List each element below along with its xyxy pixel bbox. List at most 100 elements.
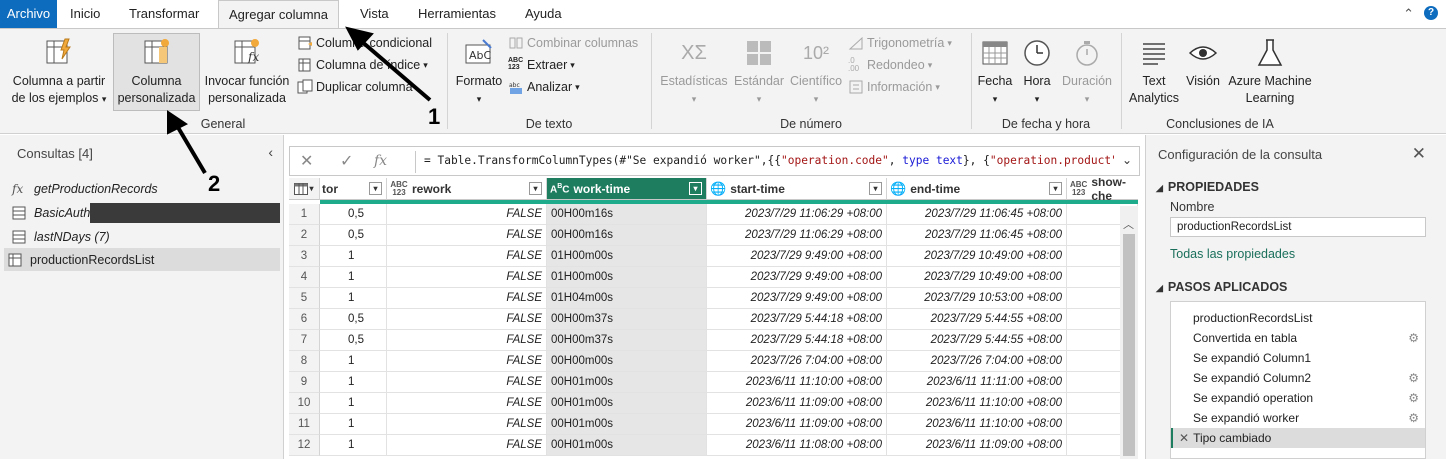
cell-end-time[interactable]: 2023/7/29 10:49:00 +08:00 — [887, 267, 1067, 288]
cell-rework[interactable]: FALSE — [387, 309, 547, 330]
cell-rework[interactable]: FALSE — [387, 267, 547, 288]
cell-rework[interactable]: FALSE — [387, 288, 547, 309]
row-number[interactable]: 9 — [289, 372, 320, 393]
query-item[interactable]: fx getProductionRecords — [4, 177, 280, 200]
tab-vista[interactable]: Vista — [350, 0, 399, 28]
parse-button[interactable]: abc Analizar ▾ — [508, 77, 580, 97]
gear-icon[interactable]: ⚙ — [1408, 328, 1419, 348]
all-properties-link[interactable]: Todas las propiedades — [1170, 247, 1295, 261]
cell-rework[interactable]: FALSE — [387, 393, 547, 414]
cell-factor[interactable]: 1 — [320, 288, 387, 309]
filter-dropdown-icon[interactable]: ▾ — [689, 182, 702, 195]
vertical-scrollbar[interactable]: ︿ — [1120, 206, 1138, 459]
cell-work-time[interactable]: 00H01m00s — [547, 435, 707, 456]
applied-step[interactable]: ✕ Tipo cambiado — [1171, 428, 1425, 448]
statistics-button[interactable]: XΣ Estadísticas ▾ — [658, 37, 730, 108]
applied-steps-section[interactable]: ◢ PASOS APLICADOS — [1156, 280, 1287, 294]
cell-factor[interactable]: 1 — [320, 393, 387, 414]
query-item-selected[interactable]: productionRecordsList — [4, 248, 280, 271]
header-start-time[interactable]: 🌐 start-time ▾ — [707, 178, 887, 200]
cell-start-time[interactable]: 2023/7/29 5:44:18 +08:00 — [707, 309, 887, 330]
row-number[interactable]: 2 — [289, 225, 320, 246]
header-rework[interactable]: ABC 123 rework ▾ — [387, 178, 547, 200]
row-number[interactable]: 4 — [289, 267, 320, 288]
cancel-icon[interactable]: ✕ — [300, 151, 313, 171]
row-number[interactable]: 11 — [289, 414, 320, 435]
gear-icon[interactable]: ⚙ — [1408, 368, 1419, 388]
standard-button[interactable]: Estándar ▾ — [731, 37, 787, 108]
scroll-thumb[interactable] — [1123, 234, 1135, 456]
row-number[interactable]: 7 — [289, 330, 320, 351]
help-icon[interactable]: ? — [1424, 6, 1438, 20]
properties-section[interactable]: ◢ PROPIEDADES — [1156, 180, 1259, 194]
row-number[interactable]: 5 — [289, 288, 320, 309]
fx-icon[interactable]: fx — [374, 153, 387, 169]
query-item[interactable]: lastNDays (7) — [4, 225, 280, 248]
cell-start-time[interactable]: 2023/7/29 11:06:29 +08:00 — [707, 204, 887, 225]
cell-factor[interactable]: 0,5 — [320, 204, 387, 225]
tab-herramientas[interactable]: Herramientas — [408, 0, 506, 28]
custom-column-button[interactable]: Columna personalizada — [113, 37, 200, 107]
cell-start-time[interactable]: 2023/7/26 7:04:00 +08:00 — [707, 351, 887, 372]
cell-end-time[interactable]: 2023/7/29 5:44:55 +08:00 — [887, 309, 1067, 330]
extract-button[interactable]: ABC 123 Extraer ▾ — [508, 55, 575, 75]
cell-factor[interactable]: 1 — [320, 414, 387, 435]
cell-start-time[interactable]: 2023/7/29 9:49:00 +08:00 — [707, 267, 887, 288]
cell-work-time[interactable]: 00H00m16s — [547, 204, 707, 225]
cell-start-time[interactable]: 2023/7/29 5:44:18 +08:00 — [707, 330, 887, 351]
cell-factor[interactable]: 1 — [320, 246, 387, 267]
scientific-button[interactable]: 10² Científico ▾ — [787, 37, 845, 108]
duplicate-column-button[interactable]: Duplicar columna — [297, 77, 413, 97]
cell-start-time[interactable]: 2023/6/11 11:09:00 +08:00 — [707, 393, 887, 414]
delete-step-icon[interactable]: ✕ — [1179, 431, 1189, 445]
cell-rework[interactable]: FALSE — [387, 435, 547, 456]
cell-rework[interactable]: FALSE — [387, 225, 547, 246]
applied-step[interactable]: Se expandió Column1 — [1171, 348, 1425, 368]
collapse-ribbon-icon[interactable]: ⌃ — [1403, 6, 1414, 22]
formula-text[interactable]: = Table.TransformColumnTypes(#"Se expand… — [424, 154, 1114, 167]
cell-start-time[interactable]: 2023/6/11 11:10:00 +08:00 — [707, 372, 887, 393]
cell-rework[interactable]: FALSE — [387, 246, 547, 267]
cell-work-time[interactable]: 00H00m16s — [547, 225, 707, 246]
filter-dropdown-icon[interactable]: ▾ — [369, 182, 382, 195]
cell-end-time[interactable]: 2023/7/29 11:06:45 +08:00 — [887, 204, 1067, 225]
row-number[interactable]: 12 — [289, 435, 320, 456]
query-name-input[interactable]: productionRecordsList — [1170, 217, 1426, 237]
header-factor[interactable]: tor ▾ — [320, 178, 387, 200]
applied-step[interactable]: Convertida en tabla ⚙ — [1171, 328, 1425, 348]
filter-dropdown-icon[interactable]: ▾ — [869, 182, 882, 195]
column-from-examples-button[interactable]: Columna a partir de los ejemplos ▾ — [6, 37, 112, 108]
cell-factor[interactable]: 1 — [320, 435, 387, 456]
header-end-time[interactable]: 🌐 end-time ▾ — [887, 178, 1067, 200]
azure-ml-button[interactable]: Azure Machine Learning — [1224, 37, 1316, 107]
filter-dropdown-icon[interactable]: ▾ — [529, 182, 542, 195]
cell-work-time[interactable]: 01H00m00s — [547, 246, 707, 267]
cell-end-time[interactable]: 2023/7/29 10:49:00 +08:00 — [887, 246, 1067, 267]
information-button[interactable]: Información ▾ — [848, 77, 940, 97]
cell-factor[interactable]: 1 — [320, 372, 387, 393]
cell-work-time[interactable]: 01H00m00s — [547, 267, 707, 288]
cell-rework[interactable]: FALSE — [387, 351, 547, 372]
format-button[interactable]: AbC Formato ▾ — [452, 37, 506, 108]
date-button[interactable]: Fecha ▾ — [975, 37, 1015, 108]
cell-work-time[interactable]: 00H01m00s — [547, 414, 707, 435]
cell-start-time[interactable]: 2023/7/29 11:06:29 +08:00 — [707, 225, 887, 246]
text-analytics-button[interactable]: Text Analytics — [1126, 37, 1182, 107]
cell-end-time[interactable]: 2023/7/29 10:53:00 +08:00 — [887, 288, 1067, 309]
cell-end-time[interactable]: 2023/6/11 11:11:00 +08:00 — [887, 372, 1067, 393]
cell-work-time[interactable]: 00H01m00s — [547, 393, 707, 414]
check-icon[interactable]: ✓ — [340, 151, 353, 171]
expand-formula-icon[interactable]: ⌄ — [1122, 153, 1132, 167]
cell-rework[interactable]: FALSE — [387, 372, 547, 393]
cell-work-time[interactable]: 01H04m00s — [547, 288, 707, 309]
cell-start-time[interactable]: 2023/7/29 9:49:00 +08:00 — [707, 288, 887, 309]
scroll-up-icon[interactable]: ︿ — [1123, 216, 1134, 232]
merge-columns-button[interactable]: Combinar columnas — [508, 33, 638, 53]
applied-step[interactable]: Se expandió operation ⚙ — [1171, 388, 1425, 408]
applied-step[interactable]: Se expandió Column2 ⚙ — [1171, 368, 1425, 388]
table-menu-button[interactable]: ▾ — [289, 178, 320, 200]
cell-start-time[interactable]: 2023/6/11 11:08:00 +08:00 — [707, 435, 887, 456]
applied-step[interactable]: Se expandió worker ⚙ — [1171, 408, 1425, 428]
gear-icon[interactable]: ⚙ — [1408, 408, 1419, 428]
conditional-column-button[interactable]: Columna condicional — [297, 33, 432, 53]
